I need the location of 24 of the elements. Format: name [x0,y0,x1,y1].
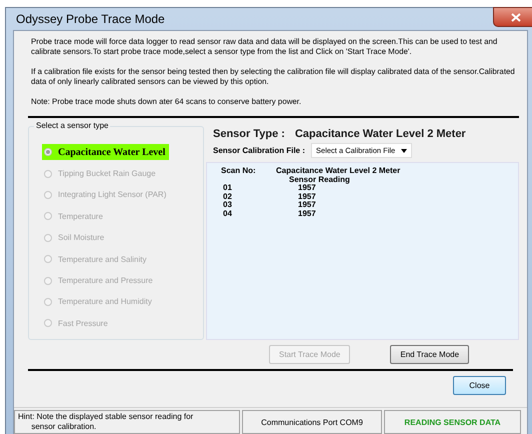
group-title: Select a sensor type [34,121,110,130]
port-status: Communications Port COM9 [242,410,382,434]
trace-mode-button[interactable]: End Trace Mode [390,345,470,364]
calibration-label: Sensor Calibration File : [213,146,306,155]
sensor-reading: 1957 [297,184,317,192]
column-header: Sensor Reading [289,176,351,184]
scan-number: 01 [222,184,233,192]
column-header: Capacitance Water Level 2 Meter [276,167,402,176]
sensor-radio-option[interactable]: Capacitance Water Level [42,144,170,160]
sensor-reading: 1957 [297,210,317,218]
close-button[interactable]: Close [453,376,506,395]
sensor-reading: 1957 [297,201,317,210]
scan-number: 04 [222,210,233,218]
sensor-type-value: Capacitance Water Level 2 Meter [294,128,466,140]
sensor-reading: 1957 [297,192,317,201]
scan-number: 03 [222,201,233,210]
scan-number: 02 [222,192,233,201]
window-title: Odyssey Probe Trace Mode [15,12,165,26]
sensor-type-label: Sensor Type : [213,128,285,140]
close-icon[interactable] [493,7,532,27]
dropdown-caret-icon [401,148,408,152]
column-header: Scan No: [221,167,257,176]
hint-text: Hint: Note the displayed stable sensor reading for sensor calibration. [14,410,240,434]
reading-status: READING SENSOR DATA [384,410,521,434]
